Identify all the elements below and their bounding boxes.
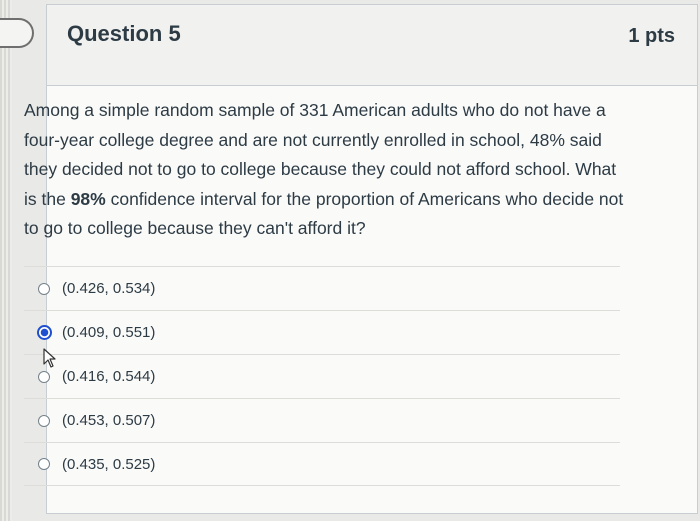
- answer-label: (0.409, 0.551): [62, 324, 156, 341]
- radio-button[interactable]: [38, 282, 50, 295]
- answer-list: (0.426, 0.534) (0.409, 0.551) (0.416, 0.…: [24, 266, 620, 486]
- radio-button-selected[interactable]: [37, 325, 52, 340]
- answer-label: (0.435, 0.525): [62, 455, 156, 473]
- answer-label: (0.453, 0.507): [62, 412, 156, 429]
- left-margin-stripe: [0, 0, 12, 521]
- question-text-part-2: confidence interval for the proportion o…: [24, 188, 624, 239]
- radio-button[interactable]: [38, 370, 50, 383]
- answer-label: (0.416, 0.544): [62, 368, 156, 385]
- answer-option[interactable]: (0.426, 0.534): [24, 266, 620, 310]
- answer-option[interactable]: (0.416, 0.544): [24, 354, 620, 398]
- question-text-bold: 98%: [70, 188, 106, 209]
- question-title: Question 5: [67, 21, 181, 46]
- radio-button[interactable]: [38, 458, 50, 470]
- question-header: Question 5 1 pts: [47, 5, 697, 86]
- question-points: 1 pts: [628, 25, 675, 47]
- flag-question-icon[interactable]: [0, 18, 34, 48]
- question-text: Among a simple random sample of 331 Amer…: [24, 96, 624, 244]
- answer-option[interactable]: (0.435, 0.525): [24, 442, 620, 486]
- answer-option[interactable]: (0.409, 0.551): [24, 310, 620, 354]
- answer-label: (0.426, 0.534): [62, 280, 156, 297]
- radio-button[interactable]: [38, 414, 50, 427]
- answer-option[interactable]: (0.453, 0.507): [24, 398, 620, 442]
- mouse-pointer-icon: [43, 348, 56, 368]
